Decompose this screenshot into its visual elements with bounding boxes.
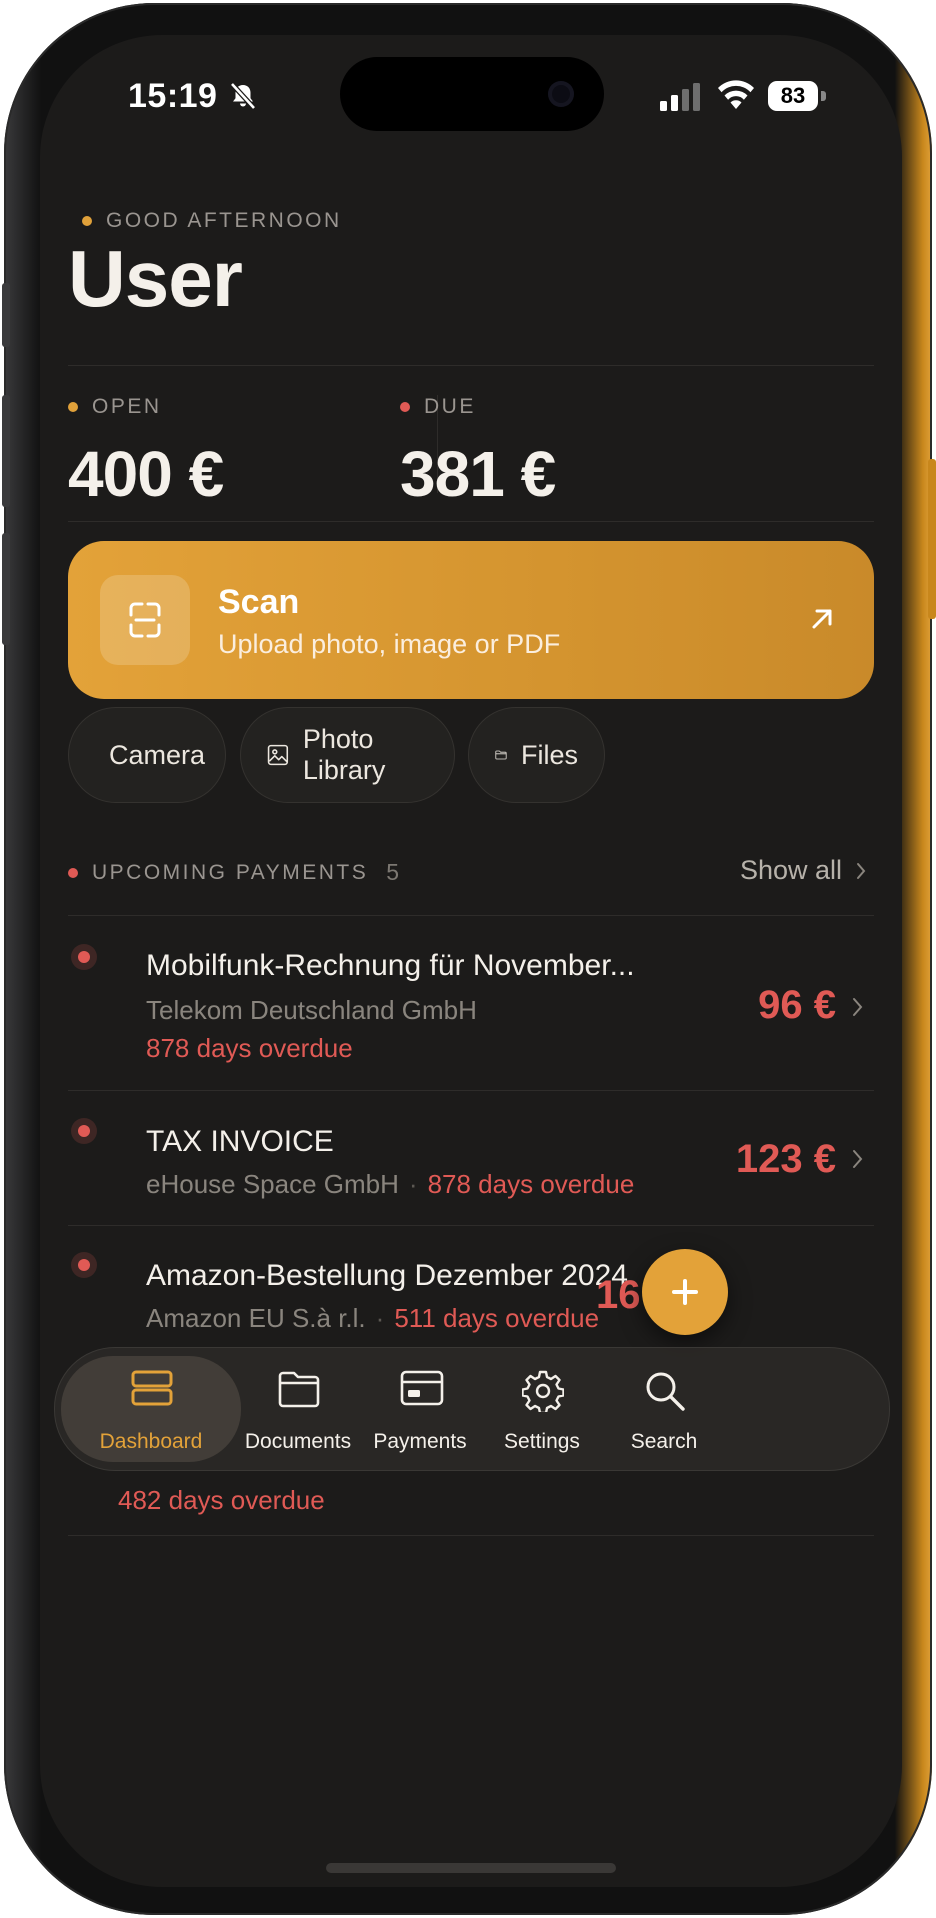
payment-meta: Amazon EU S.à r.l. · 511 days overdue (146, 1303, 600, 1333)
scan-title: Scan (218, 583, 300, 621)
tab-dashboard[interactable]: Dashboard (61, 1356, 241, 1462)
chevron-right-icon (853, 1150, 863, 1168)
payment-vendor: Amazon EU S.à r.l. (146, 1303, 366, 1333)
due-value: 381 € (400, 438, 556, 510)
power-button (928, 459, 936, 619)
volume-down-button (2, 533, 10, 645)
tab-search[interactable]: Search (589, 1348, 739, 1470)
tab-label: Dashboard (99, 1430, 203, 1453)
dynamic-island (340, 57, 604, 131)
phone-frame: 15:19 83 GOOD AFTERNOON User OPEN 400 € … (2, 3, 936, 1915)
scan-card[interactable]: Scan Upload photo, image or PDF (68, 541, 874, 699)
user-name: User (68, 234, 243, 323)
wifi-icon (718, 80, 754, 109)
show-all-label: Show all (739, 855, 842, 885)
greeting-dot (82, 216, 92, 226)
divider (68, 1535, 874, 1536)
payment-overdue: 482 days overdue (118, 1485, 325, 1515)
upcoming-title: UPCOMING PAYMENTS (92, 860, 369, 884)
files-chip[interactable]: Files (468, 707, 605, 803)
chevron-right-icon (857, 862, 866, 879)
open-stat[interactable]: OPEN 400 € (68, 395, 224, 511)
upcoming-dot (68, 867, 78, 878)
due-label: DUE (424, 395, 476, 418)
tab-bar: Dashboard Documents Payments Settings Se… (54, 1347, 890, 1471)
tab-label: Search (630, 1430, 698, 1453)
payment-overdue: 511 days overdue (394, 1303, 600, 1333)
open-label: OPEN (92, 395, 162, 418)
gear-icon (522, 1370, 564, 1412)
volume-up-button (2, 395, 10, 507)
action-button (2, 283, 10, 347)
camera-chip[interactable]: Camera (68, 707, 226, 803)
add-button[interactable] (642, 1249, 728, 1335)
battery-indicator: 83 (768, 81, 826, 111)
payment-row[interactable]: Mobilfunk-Rechnung für November... Telek… (68, 917, 874, 1089)
divider (68, 365, 874, 366)
app-screen: 15:19 83 GOOD AFTERNOON User OPEN 400 € … (40, 35, 902, 1887)
search-icon (646, 1372, 685, 1411)
payment-row[interactable]: Amazon-Bestellung Dezember 2024 Amazon E… (68, 1225, 874, 1363)
greeting-label: GOOD AFTERNOON (106, 209, 342, 232)
payment-meta: eHouse Space GmbH · 878 days overdue (146, 1169, 635, 1199)
open-value: 400 € (68, 438, 224, 510)
overdue-dot (78, 951, 90, 963)
payment-title: Mobilfunk-Rechnung für November... (146, 949, 635, 982)
show-all-link[interactable]: Show all (740, 855, 866, 886)
payment-title: Amazon-Bestellung Dezember 2024 (146, 1259, 628, 1292)
divider (68, 521, 874, 522)
payment-overdue: 878 days overdue (146, 1033, 353, 1063)
greeting-label-row: GOOD AFTERNOON (82, 209, 342, 233)
payment-amount: 96 € (758, 983, 836, 1027)
camera-label: Camera (109, 739, 206, 770)
image-icon (267, 744, 289, 766)
due-stat[interactable]: DUE 381 € (400, 395, 556, 511)
chevron-right-icon (853, 998, 863, 1016)
card-icon (400, 1370, 444, 1406)
payment-overdue: 878 days overdue (427, 1169, 635, 1199)
payment-vendor: eHouse Space GmbH (146, 1169, 399, 1199)
folder-icon (495, 750, 507, 760)
arrow-up-right-icon (812, 609, 832, 629)
payment-title: TAX INVOICE (146, 1125, 334, 1158)
upcoming-payments-header: UPCOMING PAYMENTS 5 Show all (68, 855, 874, 886)
due-dot (400, 402, 410, 412)
upcoming-count: 5 (386, 859, 400, 885)
divider (68, 915, 874, 916)
payment-amount: 16 (596, 1273, 641, 1317)
payment-amount: 123 € (735, 1137, 836, 1181)
files-label: Files (520, 739, 578, 770)
photo-library-label: Photo Library (302, 724, 386, 785)
payment-row[interactable]: TAX INVOICE eHouse Space GmbH · 878 days o… (68, 1091, 874, 1225)
payment-vendor: Telekom Deutschland GmbH (146, 995, 477, 1025)
battery-level: 83 (768, 81, 818, 111)
open-dot (68, 402, 78, 412)
bell-muted-icon (230, 82, 256, 110)
folder-icon (278, 1371, 320, 1408)
home-indicator[interactable] (326, 1863, 616, 1873)
signal-icon (660, 83, 700, 111)
overdue-dot (78, 1259, 90, 1271)
photo-library-chip[interactable]: Photo Library (240, 707, 455, 803)
status-time: 15:19 (128, 77, 218, 115)
overdue-dot (78, 1125, 90, 1137)
scan-subtitle: Upload photo, image or PDF (218, 629, 561, 659)
dashboard-icon (131, 1370, 173, 1406)
scan-icon (100, 575, 190, 665)
